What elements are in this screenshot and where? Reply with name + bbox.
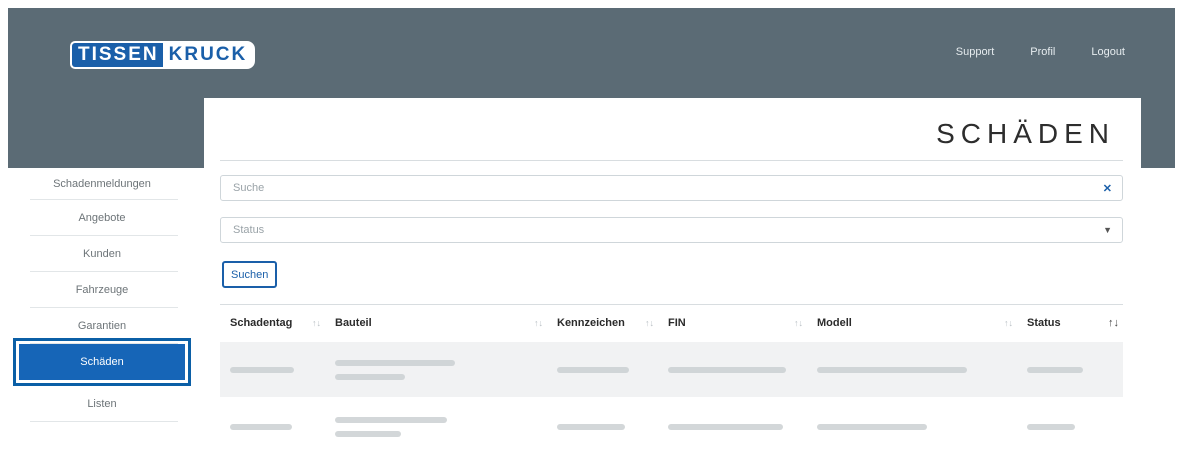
column-header-fin[interactable]: FIN ↑↓	[658, 317, 807, 329]
sort-icon[interactable]: ↑↓	[312, 318, 325, 328]
column-header-bauteil[interactable]: Bauteil ↑↓	[325, 317, 547, 329]
table-cell	[807, 366, 1017, 373]
sidebar-item-schadenmeldungen[interactable]: Schadenmeldungen	[8, 168, 196, 200]
table-cell	[658, 423, 807, 430]
main-content: SCHÄDEN ✕ ▼ Suchen Schadentag↑↓ Bauteil↑…	[204, 98, 1141, 439]
table-row[interactable]	[220, 399, 1123, 454]
status-select[interactable]: ▼	[220, 217, 1123, 243]
table-cell	[325, 359, 547, 380]
logout-link[interactable]: Logout	[1091, 46, 1125, 58]
logo-part2: KRUCK	[162, 41, 256, 69]
page-title: SCHÄDEN	[936, 118, 1115, 149]
logo-part1: TISSEN	[70, 41, 163, 69]
table-cell	[1017, 366, 1123, 373]
support-link[interactable]: Support	[956, 46, 995, 58]
sort-icon[interactable]: ↑↓	[645, 318, 658, 328]
status-input[interactable]	[231, 223, 1104, 237]
search-button[interactable]: Suchen	[222, 261, 278, 288]
table-cell	[547, 423, 658, 430]
sort-asc-icon[interactable]: ↑↓	[1108, 317, 1123, 329]
sort-icon[interactable]: ↑↓	[534, 318, 547, 328]
profile-link[interactable]: Profil	[1030, 46, 1055, 58]
sidebar-item-garantien[interactable]: Garantien	[8, 308, 196, 344]
table-cell	[220, 423, 325, 430]
search-input[interactable]	[231, 181, 1103, 195]
sidebar: Schadenmeldungen Angebote Kunden Fahrzeu…	[8, 168, 196, 422]
table-cell	[325, 416, 547, 437]
table-cell	[1017, 423, 1123, 430]
table-cell	[547, 366, 658, 373]
brand-logo[interactable]: TISSEN KRUCK	[70, 41, 256, 69]
table-header: Schadentag ↑↓ Bauteil ↑↓ Kennzeichen ↑↓ FIN…	[220, 304, 1123, 341]
clear-icon[interactable]: ✕	[1103, 182, 1112, 195]
sidebar-item-listen[interactable]: Listen	[8, 386, 196, 422]
table-cell	[220, 366, 325, 373]
column-header-status[interactable]: Status ↑↓	[1017, 317, 1123, 329]
column-header-schadentag[interactable]: Schadentag ↑↓	[220, 317, 325, 329]
sort-icon[interactable]: ↑↓	[1004, 318, 1017, 328]
page: TISSEN KRUCK Support Profil Logout Schad…	[0, 0, 1184, 439]
table-row[interactable]	[220, 342, 1123, 397]
title-divider	[220, 160, 1123, 161]
sidebar-item-fahrzeuge[interactable]: Fahrzeuge	[8, 272, 196, 308]
sidebar-item-kunden[interactable]: Kunden	[8, 236, 196, 272]
search-field: ✕	[220, 175, 1123, 201]
top-navigation: Support Profil Logout	[956, 46, 1125, 58]
column-header-modell[interactable]: Modell ↑↓	[807, 317, 1017, 329]
sidebar-item-angebote[interactable]: Angebote	[8, 200, 196, 236]
table-cell	[658, 366, 807, 373]
sort-icon[interactable]: ↑↓	[794, 318, 807, 328]
chevron-down-icon: ▼	[1103, 225, 1112, 235]
table-cell	[807, 423, 1017, 430]
column-header-kennzeichen[interactable]: Kennzeichen ↑↓	[547, 317, 658, 329]
sidebar-item-schaeden[interactable]: Schäden	[13, 338, 191, 386]
